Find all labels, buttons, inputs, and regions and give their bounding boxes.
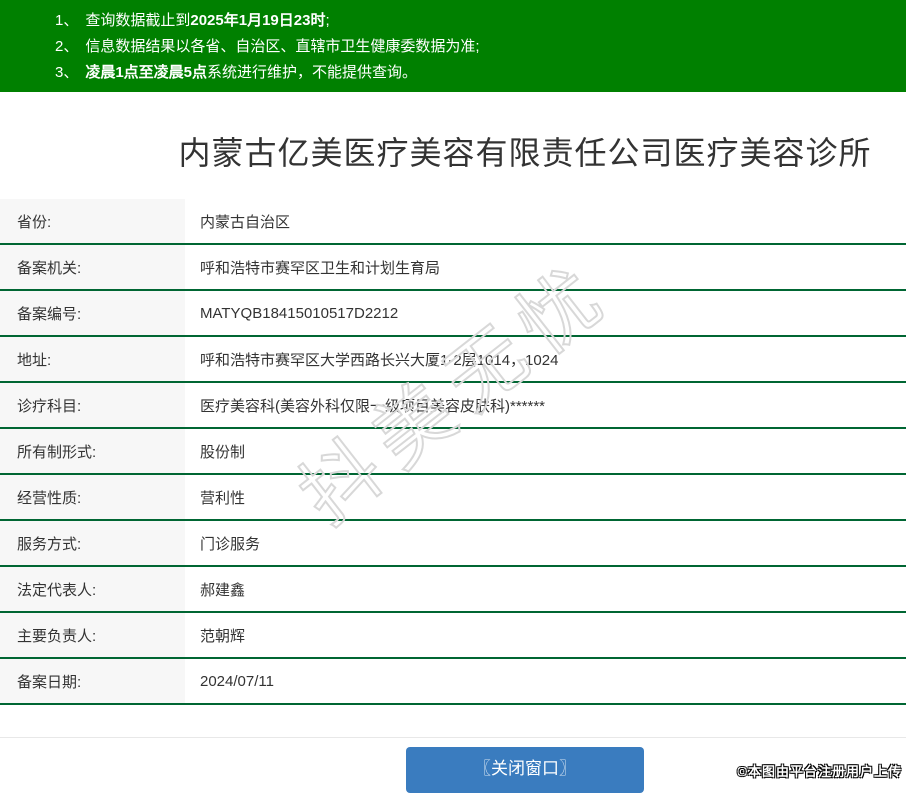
table-row-treatment-subjects: 诊疗科目: 医疗美容科(美容外科仅限一级项目美容皮肤科)****** [0, 383, 906, 429]
table-row-filing-date: 备案日期: 2024/07/11 [0, 659, 906, 705]
page-title: 内蒙古亿美医疗美容有限责任公司医疗美容诊所 [178, 135, 872, 171]
row-label: 所有制形式: [0, 429, 185, 473]
row-label: 备案编号: [0, 291, 185, 335]
table-row-province: 省份: 内蒙古自治区 [0, 199, 906, 245]
notice-text: 查询数据截止到 [85, 12, 191, 29]
table-row-ownership-form: 所有制形式: 股份制 [0, 429, 906, 475]
row-value: 呼和浩特市赛罕区卫生和计划生育局 [200, 259, 441, 277]
footer-divider [0, 737, 906, 738]
notice-line-2: 2、 信息数据结果以各省、自治区、直辖市卫生健康委数据为准; [55, 34, 906, 60]
notice-number: 3、 [55, 64, 79, 81]
copyright-watermark: ©本图由平台注册用户上传 [737, 764, 902, 779]
row-label: 备案机关: [0, 245, 185, 289]
table-row-main-person-in-charge: 主要负责人: 范朝辉 [0, 613, 906, 659]
row-label: 经营性质: [0, 475, 185, 519]
table-row-business-nature: 经营性质: 营利性 [0, 475, 906, 521]
row-label: 法定代表人: [0, 567, 185, 611]
row-value: MATYQB18415010517D2212 [200, 304, 399, 322]
notice-line-3: 3、 凌晨1点至凌晨5点系统进行维护，不能提供查询。 [55, 60, 906, 86]
row-label: 省份: [0, 199, 185, 243]
row-value: 范朝辉 [200, 627, 246, 645]
notice-text-bold: 2025年1月19日23时 [190, 12, 326, 29]
facility-info-table: 省份: 内蒙古自治区 备案机关: 呼和浩特市赛罕区卫生和计划生育局 备案编号: … [0, 199, 906, 705]
notice-banner: 1、 查询数据截止到2025年1月19日23时; 2、 信息数据结果以各省、自治区、… [0, 0, 906, 92]
table-row-filing-authority: 备案机关: 呼和浩特市赛罕区卫生和计划生育局 [0, 245, 906, 291]
main-content: 内蒙古亿美医疗美容有限责任公司医疗美容诊所 省份: 内蒙古自治区 备案机关: 呼… [0, 92, 906, 705]
close-window-button[interactable]: 〖关闭窗口〗 [406, 747, 644, 793]
table-row-filing-number: 备案编号: MATYQB18415010517D2212 [0, 291, 906, 337]
row-label: 主要负责人: [0, 613, 185, 657]
notice-text: 信息数据结果以各省、自治区、直辖市卫生健康委数据为准; [85, 38, 480, 55]
table-row-service-mode: 服务方式: 门诊服务 [0, 521, 906, 567]
row-label: 备案日期: [0, 659, 185, 703]
table-row-legal-representative: 法定代表人: 郝建鑫 [0, 567, 906, 613]
row-label: 诊疗科目: [0, 383, 185, 427]
row-label: 服务方式: [0, 521, 185, 565]
notice-text-bold: 凌晨1点至凌晨5点 [85, 64, 208, 81]
row-value: 呼和浩特市赛罕区大学西路长兴大厦1-2层1014，1024 [200, 351, 559, 369]
notice-text: ; [325, 12, 330, 29]
row-value: 医疗美容科(美容外科仅限一级项目美容皮肤科)****** [200, 397, 546, 415]
notice-text: 系统进行维护，不能提供查询。 [207, 64, 418, 81]
row-label: 地址: [0, 337, 185, 381]
row-value: 郝建鑫 [200, 581, 246, 599]
notice-line-1: 1、 查询数据截止到2025年1月19日23时; [55, 8, 906, 34]
row-value: 内蒙古自治区 [200, 213, 291, 231]
row-value: 门诊服务 [200, 535, 261, 553]
notice-number: 1、 [55, 12, 79, 29]
row-value: 营利性 [200, 489, 246, 507]
notice-number: 2、 [55, 38, 79, 55]
table-row-address: 地址: 呼和浩特市赛罕区大学西路长兴大厦1-2层1014，1024 [0, 337, 906, 383]
row-value: 2024/07/11 [200, 672, 274, 690]
row-value: 股份制 [200, 443, 246, 461]
